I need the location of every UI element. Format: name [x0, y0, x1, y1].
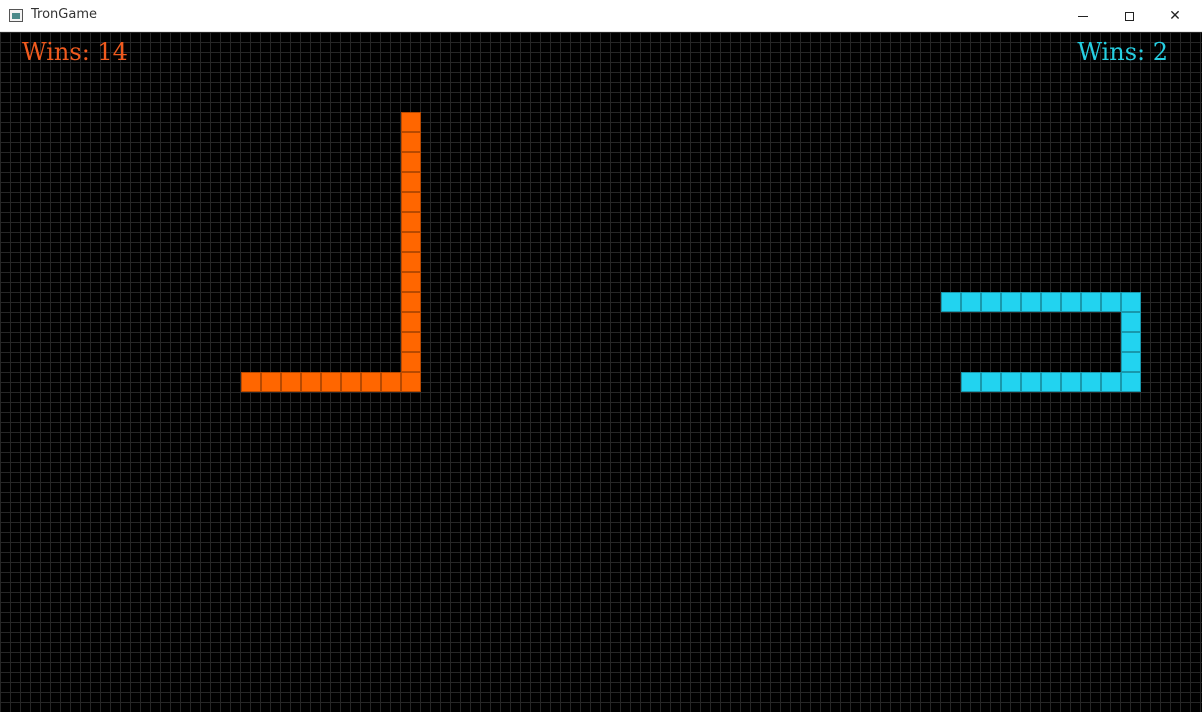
player1-trail-cell [401, 152, 421, 172]
player2-trail-cell [1021, 292, 1041, 312]
player2-trail-cell [981, 372, 1001, 392]
player1-trail-cell [401, 232, 421, 252]
player2-trail-cell [1121, 312, 1141, 332]
player2-trail-cell [1121, 372, 1141, 392]
player1-trail-cell [401, 332, 421, 352]
maximize-button[interactable] [1106, 0, 1152, 32]
player2-trail-cell [1121, 292, 1141, 312]
player2-trail-cell [961, 292, 981, 312]
player2-trail-cell [1001, 372, 1021, 392]
player1-wins-score: Wins: 14 [22, 38, 128, 66]
player2-trail-cell [981, 292, 1001, 312]
player2-trail-cell [1121, 352, 1141, 372]
player1-trail-cell [401, 132, 421, 152]
player1-trail-cell [381, 372, 401, 392]
close-icon: ✕ [1169, 8, 1181, 24]
player1-trail-cell [401, 352, 421, 372]
player2-trail-cell [961, 372, 981, 392]
player1-trail-cell [401, 372, 421, 392]
maximize-icon [1124, 11, 1134, 21]
player2-trail-cell [1061, 372, 1081, 392]
player2-trail-cell [1061, 292, 1081, 312]
minimize-icon [1078, 15, 1088, 17]
player2-trail-cell [1101, 292, 1121, 312]
player2-trail-cell [1041, 372, 1061, 392]
game-arena[interactable]: Wins: 14 Wins: 2 [0, 32, 1202, 712]
player2-trail-cell [941, 292, 961, 312]
player1-trail-cell [241, 372, 261, 392]
player1-trail-cell [261, 372, 281, 392]
player2-trail-cell [1121, 332, 1141, 352]
player1-trail-cell [401, 112, 421, 132]
player2-trail-cell [1001, 292, 1021, 312]
player1-trail-cell [301, 372, 321, 392]
title-bar: TronGame ✕ [0, 0, 1202, 32]
player1-trail-cell [341, 372, 361, 392]
player1-trail-cell [401, 212, 421, 232]
player1-trail-cell [321, 372, 341, 392]
player1-trail-cell [361, 372, 381, 392]
player1-trail-cell [281, 372, 301, 392]
player2-trail-cell [1041, 292, 1061, 312]
player1-trail-cell [401, 172, 421, 192]
player1-trail-cell [401, 252, 421, 272]
player1-trail-cell [401, 192, 421, 212]
player1-trail-cell [401, 312, 421, 332]
player2-trail-cell [1081, 372, 1101, 392]
window-title: TronGame [31, 7, 97, 22]
minimize-button[interactable] [1060, 0, 1106, 32]
player1-trail-cell [401, 272, 421, 292]
player2-trail-cell [1081, 292, 1101, 312]
player2-trail-cell [1021, 372, 1041, 392]
app-icon [9, 9, 23, 22]
close-button[interactable]: ✕ [1152, 0, 1198, 32]
player2-trail-cell [1101, 372, 1121, 392]
player2-wins-score: Wins: 2 [1077, 38, 1168, 66]
player1-trail-cell [401, 292, 421, 312]
